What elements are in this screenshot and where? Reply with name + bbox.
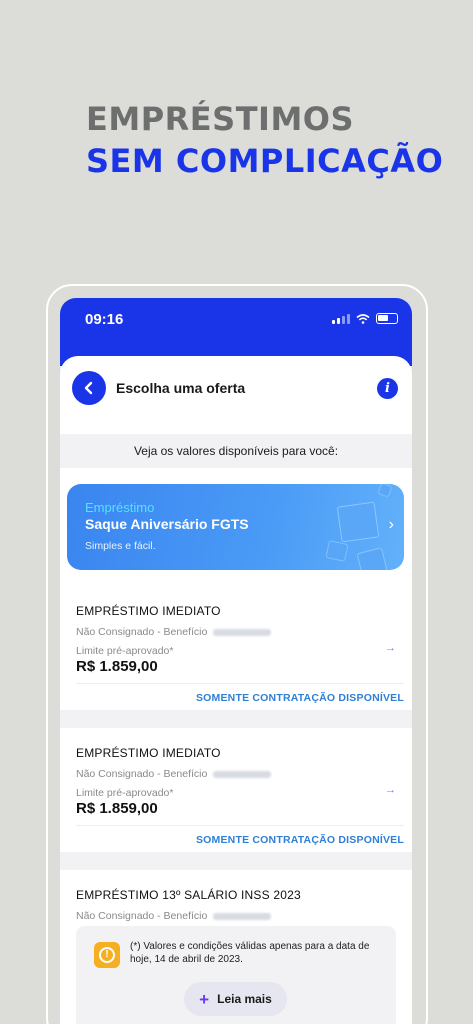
offer-type: Não Consignado - Benefício (76, 768, 272, 780)
promo-title: Saque Aniversário FGTS (85, 516, 249, 532)
offer-limit-label: Limite pré-aprovado* (76, 787, 174, 799)
redacted-benefit-number (213, 628, 272, 636)
offer-type: Não Consignado - Benefício (76, 626, 272, 638)
phone-screen: 09:16 Escolha uma oferta i Veja os valor… (60, 298, 412, 1024)
subtitle-bar: Veja os valores disponíveis para você: (60, 434, 412, 468)
plus-icon: + (199, 989, 210, 1009)
offer-limit-label: Limite pré-aprovado* (76, 645, 174, 657)
app-header: Escolha uma oferta i (60, 356, 412, 434)
redacted-benefit-number (213, 912, 272, 920)
offer-type-text: Não Consignado - Benefício (76, 626, 208, 638)
offer-type-text: Não Consignado - Benefício (76, 910, 208, 922)
section-gap (60, 710, 412, 728)
notice-text: (*) Valores e condições válidas apenas p… (130, 941, 370, 965)
headline-line-1: EMPRÉSTIMOS (86, 100, 355, 138)
section-gap (60, 852, 412, 870)
offer-title: EMPRÉSTIMO 13º SALÁRIO INSS 2023 (76, 888, 301, 902)
chevron-right-icon: › (388, 516, 394, 533)
gift-icon (336, 501, 380, 543)
contract-link[interactable]: SOMENTE CONTRATAÇÃO DISPONÍVEL (196, 834, 404, 846)
gift-icon (377, 484, 393, 498)
gift-icon (356, 547, 388, 570)
offer-title: EMPRÉSTIMO IMEDIATO (76, 746, 221, 760)
read-more-label: Leia mais (217, 992, 272, 1006)
notice-box: ! (*) Valores e condições válidas apenas… (76, 926, 396, 1024)
divider (76, 683, 404, 684)
offer-value: R$ 1.859,00 (76, 658, 158, 675)
offer-card[interactable]: EMPRÉSTIMO IMEDIATO Não Consignado - Ben… (60, 586, 412, 710)
arrow-right-icon[interactable]: → (385, 642, 396, 654)
offer-type-text: Não Consignado - Benefício (76, 768, 208, 780)
promo-tag: Empréstimo (85, 500, 155, 515)
chevron-left-icon (84, 381, 93, 395)
page-title: Escolha uma oferta (116, 380, 246, 396)
read-more-button[interactable]: + Leia mais (184, 982, 287, 1016)
warning-icon: ! (94, 942, 120, 968)
arrow-right-icon[interactable]: → (385, 784, 396, 796)
wifi-icon (356, 313, 370, 324)
status-time: 09:16 (85, 311, 124, 328)
promo-description: Simples e fácil. (85, 540, 156, 552)
contract-link[interactable]: SOMENTE CONTRATAÇÃO DISPONÍVEL (196, 692, 404, 704)
exclamation-glyph: ! (99, 947, 115, 963)
status-icons (332, 313, 398, 324)
promo-card-fgts[interactable]: Empréstimo Saque Aniversário FGTS Simple… (67, 484, 404, 570)
headline-line-2: SEM COMPLICAÇÃO (86, 142, 444, 180)
offer-card[interactable]: EMPRÉSTIMO IMEDIATO Não Consignado - Ben… (60, 728, 412, 852)
offer-type: Não Consignado - Benefício (76, 910, 272, 922)
divider (76, 825, 404, 826)
offer-title: EMPRÉSTIMO IMEDIATO (76, 604, 221, 618)
battery-icon (376, 313, 398, 324)
subtitle-text: Veja os valores disponíveis para você: (133, 444, 339, 458)
back-button[interactable] (72, 371, 106, 405)
redacted-benefit-number (213, 770, 272, 778)
info-button[interactable]: i (377, 378, 398, 399)
gift-icon (325, 540, 349, 562)
headline: EMPRÉSTIMOS SEM COMPLICAÇÃO (86, 98, 443, 182)
offer-value: R$ 1.859,00 (76, 800, 158, 817)
signal-icon (332, 313, 350, 324)
